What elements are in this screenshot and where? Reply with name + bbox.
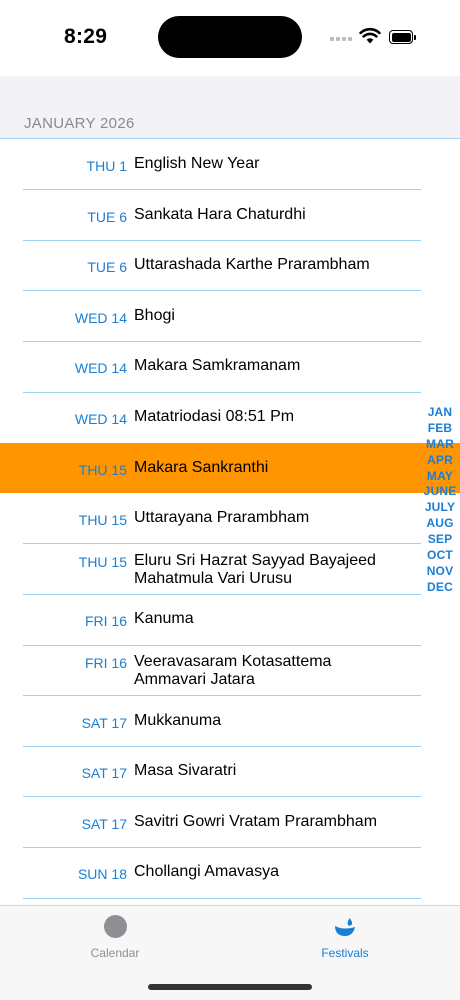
festival-name: Matatriodasi 08:51 Pm bbox=[134, 408, 295, 425]
month-index-item[interactable]: DEC bbox=[418, 580, 460, 596]
month-index-item[interactable]: JAN bbox=[418, 405, 460, 421]
festival-date: WED 14 bbox=[74, 411, 127, 427]
festival-date: WED 14 bbox=[74, 360, 127, 377]
tab-calendar[interactable]: Calendar bbox=[55, 906, 175, 976]
row-separator bbox=[23, 897, 421, 899]
festival-lamp-icon bbox=[335, 918, 355, 936]
festival-date: THU 1 bbox=[86, 158, 127, 174]
tab-festivals-label: Festivals bbox=[321, 946, 369, 960]
month-index-item[interactable]: SEP bbox=[418, 532, 460, 548]
festival-date: SAT 17 bbox=[81, 765, 127, 782]
festival-date: THU 15 bbox=[78, 553, 127, 570]
festival-row[interactable]: SUN 18 Chollangi Amavasya bbox=[0, 847, 460, 897]
month-index-item[interactable]: OCT bbox=[418, 548, 460, 564]
month-index-item[interactable]: MAY bbox=[418, 469, 460, 485]
festival-name: Mukkanuma bbox=[134, 711, 222, 729]
festival-row[interactable]: SAT 17 Masa Sivaratri bbox=[0, 746, 460, 796]
status-time: 8:29 bbox=[64, 25, 108, 48]
month-index-item[interactable]: AUG bbox=[418, 516, 460, 532]
festival-row[interactable]: TUE 6 Sankata Hara Chaturdhi bbox=[0, 190, 460, 240]
month-index-item[interactable]: APR bbox=[418, 453, 460, 469]
festival-name: Uttarayana Prarambham bbox=[134, 509, 310, 527]
festival-date: WED 14 bbox=[74, 309, 127, 326]
festival-row[interactable]: FRI 16 Kanuma bbox=[0, 594, 460, 644]
festival-row[interactable]: SAT 17 Savitri Gowri Vratam Prarambham bbox=[0, 797, 460, 847]
month-index-item[interactable]: JUNE bbox=[418, 484, 460, 500]
cellular-signal-icon bbox=[330, 37, 352, 43]
festival-date: SAT 17 bbox=[81, 714, 127, 731]
festival-name: Uttarashada Karthe Prarambham bbox=[134, 256, 370, 274]
festival-name: Chollangi Amavasya bbox=[134, 863, 279, 881]
calendar-icon bbox=[104, 915, 127, 938]
wifi-icon bbox=[359, 27, 381, 44]
month-index[interactable]: JAN FEB MAR APR MAY JUNE JULY AUG SEP OCT NOV DEC bbox=[418, 405, 460, 596]
festival-date: FRI 16 bbox=[84, 655, 127, 671]
home-indicator[interactable] bbox=[148, 984, 312, 990]
month-index-item[interactable]: JULY bbox=[418, 500, 460, 516]
festival-name: Sankata Hara Chaturdhi bbox=[134, 205, 306, 223]
section-title: JANUARY 2026 bbox=[24, 115, 135, 132]
festival-row[interactable]: WED 14 Matatriodasi 08:51 Pm bbox=[0, 392, 460, 442]
battery-icon bbox=[389, 30, 416, 44]
festival-list[interactable]: THU 1 English New Year TUE 6 Sankata Hara C… bbox=[0, 139, 460, 905]
festival-name: Veeravasaram Kotasattema Ammavari Jatara bbox=[134, 653, 332, 688]
section-header: JANUARY 2026 bbox=[0, 76, 460, 139]
tab-calendar-label: Calendar bbox=[90, 946, 140, 960]
festival-row[interactable]: WED 14 Bhogi bbox=[0, 291, 460, 341]
festival-row[interactable]: TUE 6 Uttarashada Karthe Prarambham bbox=[0, 240, 460, 290]
festival-row[interactable]: SAT 17 Mukkanuma bbox=[0, 696, 460, 746]
festival-name: Masa Sivaratri bbox=[134, 762, 237, 780]
festival-date: FRI 16 bbox=[84, 613, 127, 630]
festival-date: SAT 17 bbox=[81, 815, 127, 832]
festival-row[interactable]: THU 15 Eluru Sri Hazrat Sayyad Bayajeed M… bbox=[0, 544, 460, 594]
festival-date: THU 15 bbox=[78, 461, 127, 478]
festival-date: THU 15 bbox=[78, 512, 127, 529]
status-bar: 8:29 bbox=[0, 0, 460, 76]
festival-name: Kanuma bbox=[134, 610, 194, 628]
tab-festivals[interactable]: Festivals bbox=[285, 906, 405, 976]
month-index-item[interactable]: NOV bbox=[418, 564, 460, 580]
month-index-item[interactable]: FEB bbox=[418, 421, 460, 437]
festival-row[interactable]: THU 1 English New Year bbox=[0, 139, 460, 189]
festival-row[interactable]: THU 15 Uttarayana Prarambham bbox=[0, 493, 460, 543]
festival-name: Bhogi bbox=[134, 306, 175, 324]
dynamic-island bbox=[158, 16, 302, 58]
festival-name: Savitri Gowri Vratam Prarambham bbox=[134, 812, 378, 830]
festival-date: SUN 18 bbox=[77, 866, 127, 883]
festival-row[interactable]: FRI 16 Veeravasaram Kotasattema Ammavari … bbox=[0, 645, 460, 695]
festival-row[interactable]: WED 14 Makara Samkramanam bbox=[0, 341, 460, 391]
festival-name: Makara Sankranthi bbox=[134, 458, 269, 476]
festival-date: TUE 6 bbox=[87, 208, 127, 225]
month-index-item[interactable]: MAR bbox=[418, 437, 460, 453]
festival-name: Makara Samkramanam bbox=[134, 357, 301, 375]
festival-row-selected[interactable]: THU 15 Makara Sankranthi bbox=[0, 442, 460, 493]
festival-date: TUE 6 bbox=[87, 259, 127, 276]
festival-name: English New Year bbox=[134, 155, 260, 172]
festival-name: Eluru Sri Hazrat Sayyad Bayajeed Mahatmu… bbox=[134, 551, 376, 587]
